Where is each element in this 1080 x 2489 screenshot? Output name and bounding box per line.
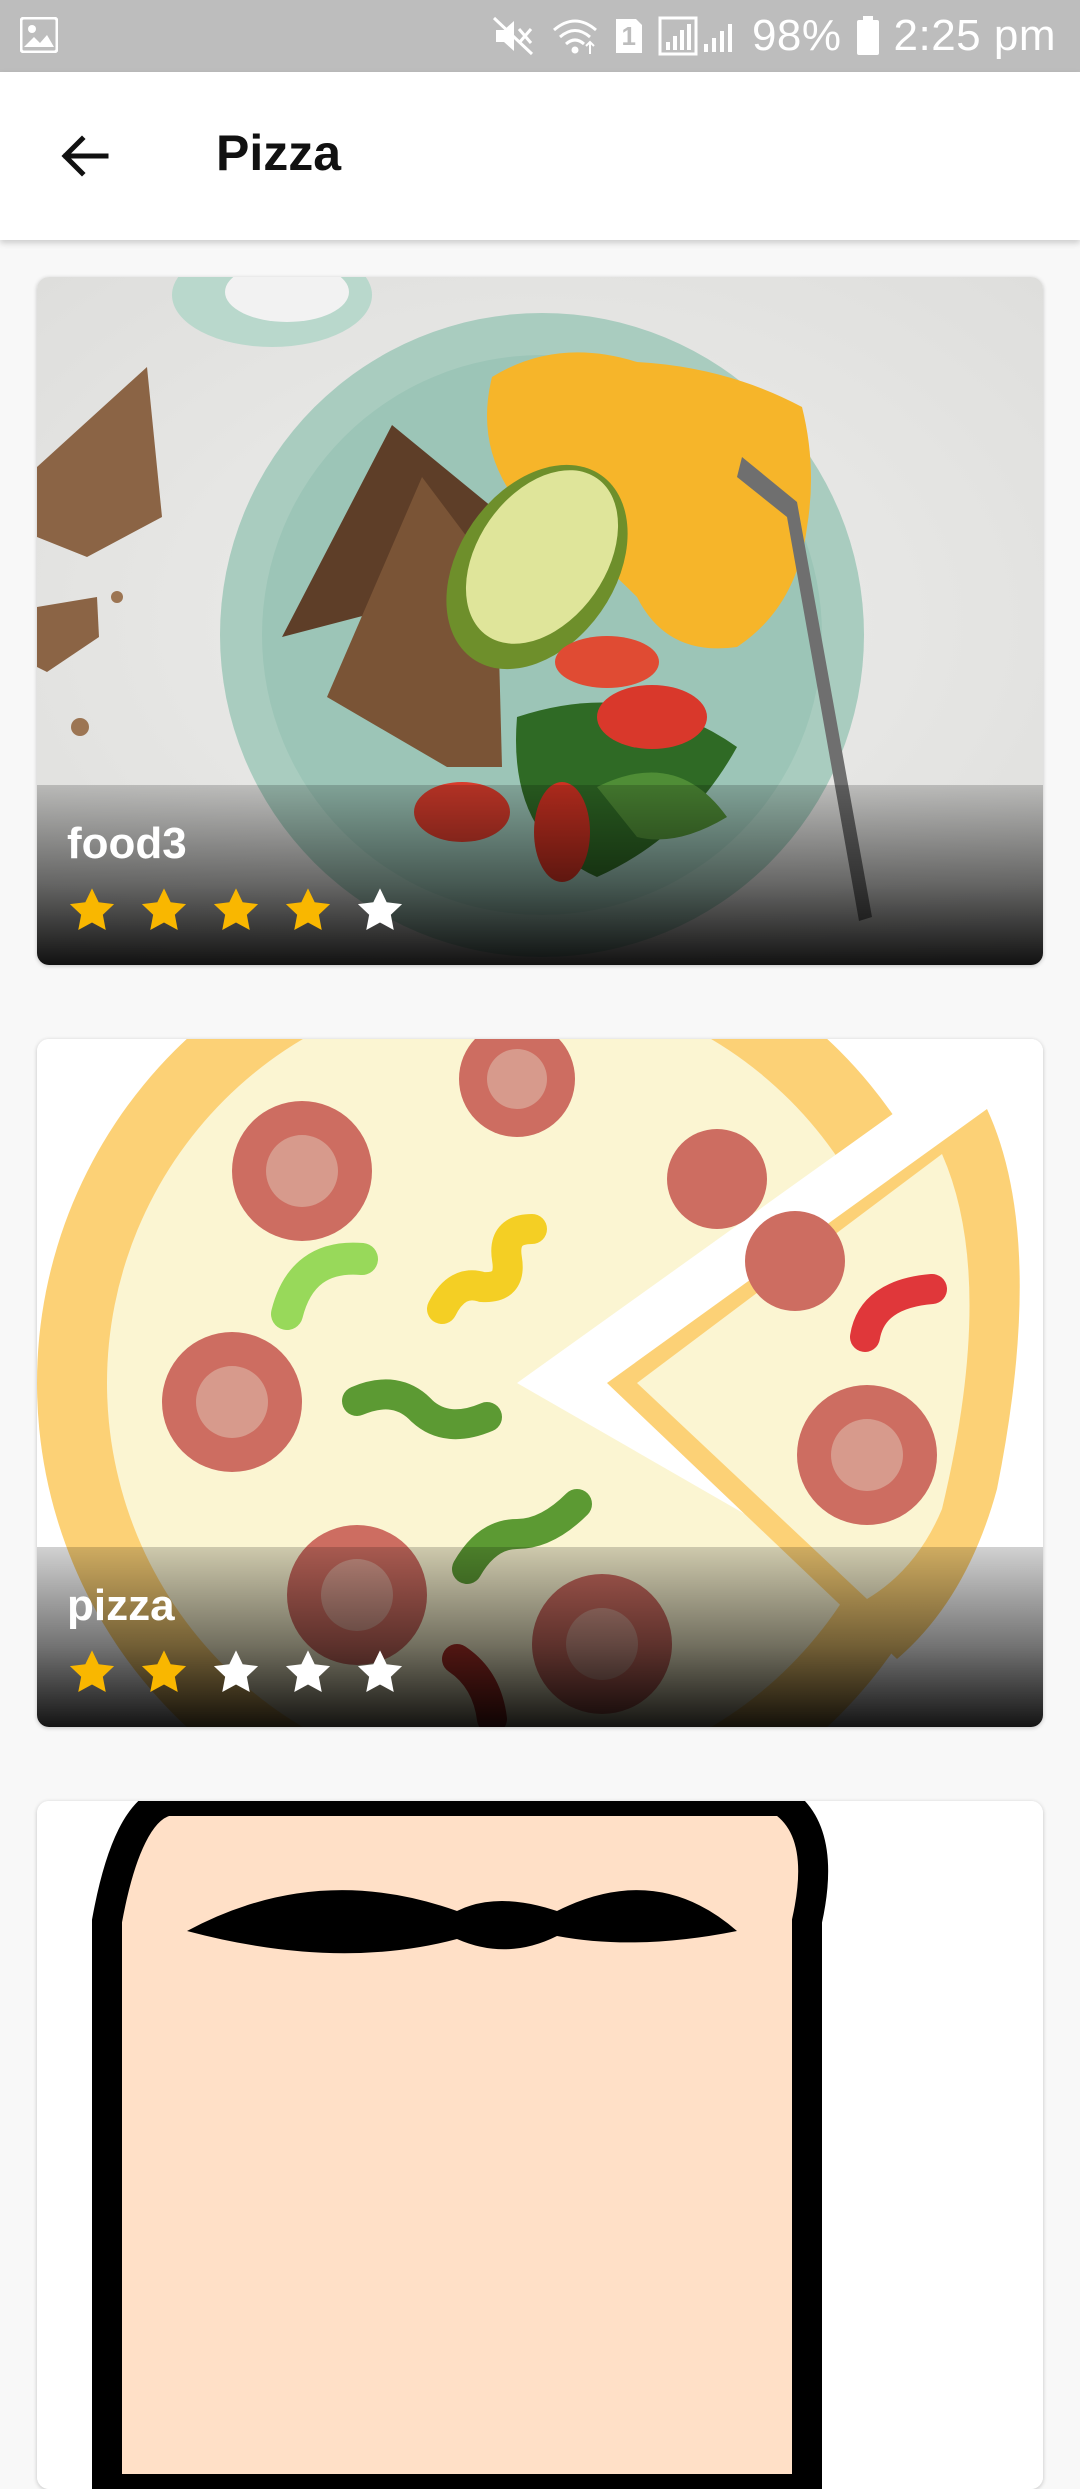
gallery-notification-icon xyxy=(19,16,59,58)
arrow-back-icon xyxy=(61,135,109,177)
star-filled-icon xyxy=(213,888,259,930)
star-filled-icon xyxy=(141,888,187,930)
status-icons: 1 98% 2:25 pm xyxy=(492,0,1056,72)
clock: 2:25 pm xyxy=(893,11,1056,60)
star-filled-icon xyxy=(69,1650,115,1692)
recipe-card[interactable]: food3 xyxy=(37,277,1043,965)
sim-icon: 1 xyxy=(614,17,644,55)
star-filled-icon xyxy=(141,1650,187,1692)
card-title: pizza xyxy=(67,1581,175,1630)
sim-slot-number: 1 xyxy=(621,21,637,51)
status-bar: 1 98% 2:25 pm xyxy=(0,0,1080,72)
star-filled-icon xyxy=(69,888,115,930)
star-filled-icon xyxy=(285,888,331,930)
signal-icon xyxy=(658,16,738,56)
star-empty-icon xyxy=(357,888,403,930)
card-overlay xyxy=(37,785,1043,965)
app-bar: Pizza xyxy=(0,72,1080,240)
wifi-icon xyxy=(550,16,600,56)
back-button[interactable] xyxy=(40,112,128,200)
rating-stars xyxy=(67,1647,405,1697)
card-overlay xyxy=(37,1547,1043,1727)
cartoon-face-image xyxy=(37,1801,1043,2489)
star-empty-icon xyxy=(285,1650,331,1692)
battery-icon xyxy=(856,16,880,56)
star-empty-icon xyxy=(213,1650,259,1692)
battery-percent: 98% xyxy=(751,11,842,60)
star-empty-icon xyxy=(357,1650,403,1692)
page-title: Pizza xyxy=(216,125,342,181)
rating-stars xyxy=(67,885,405,935)
recipe-card[interactable] xyxy=(37,1801,1043,2489)
recipe-card[interactable]: pizza xyxy=(37,1039,1043,1727)
mute-icon xyxy=(492,16,536,56)
card-title: food3 xyxy=(67,819,187,868)
